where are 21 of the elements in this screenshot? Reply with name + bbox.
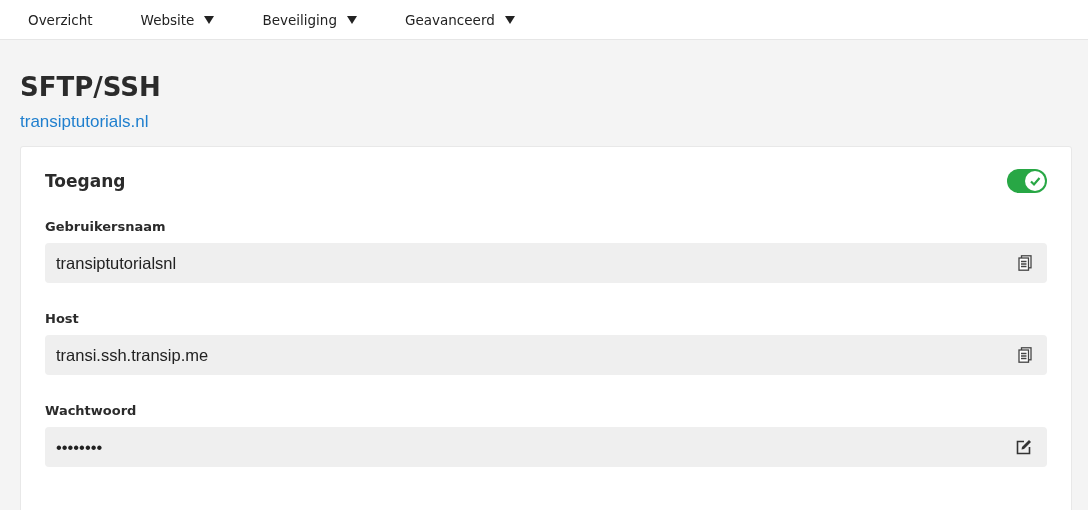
caret-icon[interactable] xyxy=(347,15,357,24)
input-field[interactable]: transiptutorialsnl xyxy=(45,243,1047,283)
input-field[interactable]: •••••••• xyxy=(45,427,1047,467)
input-field[interactable]: transi.ssh.transip.me xyxy=(45,335,1047,375)
caret-icon[interactable] xyxy=(504,15,515,24)
copy-icon[interactable] xyxy=(1018,255,1032,271)
nav-item[interactable]: Beveiliging xyxy=(262,11,337,28)
nav-item[interactable]: Geavanceerd xyxy=(405,11,495,28)
caret-icon[interactable] xyxy=(204,15,215,24)
card-title: Toegang xyxy=(45,171,126,191)
nav-item[interactable]: Website xyxy=(140,11,195,28)
domain-link[interactable]: transiptutorials.nl xyxy=(20,112,149,132)
field-label: Wachtwoord xyxy=(45,403,138,418)
field-label: Host xyxy=(45,311,80,326)
edit-icon[interactable] xyxy=(1016,439,1032,455)
access-toggle[interactable] xyxy=(1007,169,1047,193)
page-title: SFTP/SSH xyxy=(20,71,162,104)
copy-icon[interactable] xyxy=(1018,347,1032,363)
check-icon xyxy=(1029,175,1041,187)
field-label: Gebruikersnaam xyxy=(45,219,167,234)
nav-item[interactable]: Overzicht xyxy=(28,11,93,28)
